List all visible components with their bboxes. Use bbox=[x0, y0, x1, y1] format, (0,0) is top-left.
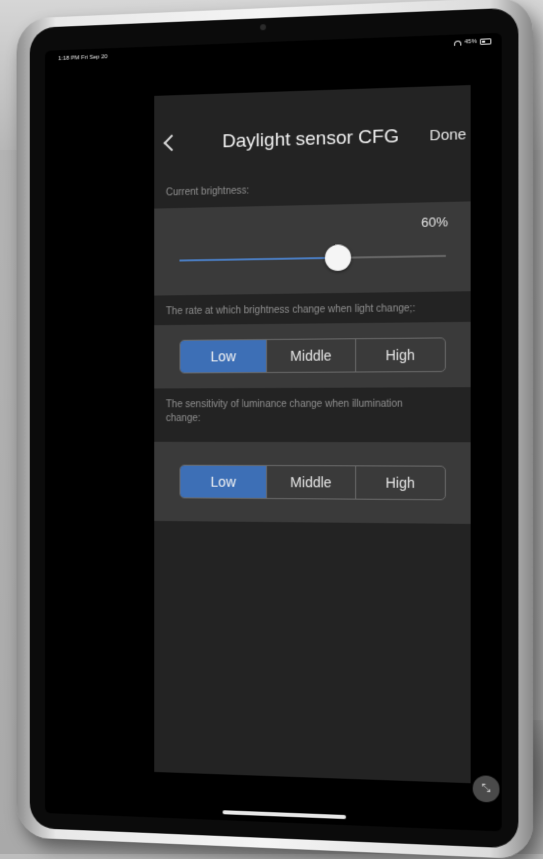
rate-option-middle[interactable]: Middle bbox=[267, 339, 356, 373]
rate-section: Low Middle High bbox=[154, 321, 471, 389]
rate-option-low[interactable]: Low bbox=[180, 340, 268, 373]
brightness-slider[interactable] bbox=[179, 244, 446, 272]
battery-fill bbox=[482, 40, 486, 43]
sensitivity-section: Low Middle High bbox=[154, 441, 471, 524]
tablet-bezel: 1:18 PM Fri Sep 20 45% Daylight sensor C… bbox=[29, 7, 519, 849]
chevron-left-icon[interactable] bbox=[163, 134, 180, 152]
rate-segmented-control: Low Middle High bbox=[179, 337, 446, 374]
page-title: Daylight sensor CFG bbox=[222, 126, 399, 153]
rate-option-high[interactable]: High bbox=[356, 338, 445, 371]
tablet-screen: 1:18 PM Fri Sep 20 45% Daylight sensor C… bbox=[44, 32, 502, 832]
config-panel: Daylight sensor CFG Done Current brightn… bbox=[154, 85, 471, 784]
brightness-label: Current brightness: bbox=[165, 185, 250, 199]
status-time: 1:18 PM Fri Sep 20 bbox=[58, 54, 108, 63]
home-indicator[interactable] bbox=[222, 810, 347, 820]
sensitivity-label: The sensitivity of luminance change when… bbox=[165, 398, 403, 424]
slider-thumb[interactable] bbox=[324, 244, 351, 272]
done-button[interactable]: Done bbox=[425, 126, 470, 145]
slider-fill bbox=[179, 256, 338, 262]
brightness-section: 60% bbox=[154, 201, 471, 296]
status-bar: 1:18 PM Fri Sep 20 45% bbox=[45, 33, 502, 69]
battery-icon bbox=[479, 38, 492, 45]
battery-percent: 45% bbox=[464, 38, 477, 46]
wifi-icon bbox=[454, 39, 462, 46]
nav-bar: Daylight sensor CFG Done bbox=[154, 116, 470, 165]
sensitivity-option-high[interactable]: High bbox=[356, 466, 445, 499]
sensitivity-option-low[interactable]: Low bbox=[180, 465, 268, 498]
tablet-device: 1:18 PM Fri Sep 20 45% Daylight sensor C… bbox=[16, 0, 534, 859]
status-indicators: 45% bbox=[454, 38, 492, 46]
brightness-value: 60% bbox=[421, 214, 448, 230]
camera-icon bbox=[260, 24, 267, 31]
sensitivity-segmented-control: Low Middle High bbox=[179, 464, 446, 501]
collapse-arrows-icon[interactable]: ⤡ bbox=[472, 775, 500, 803]
sensitivity-option-middle[interactable]: Middle bbox=[267, 465, 356, 499]
rate-label: The rate at which brightness change when… bbox=[165, 303, 416, 318]
